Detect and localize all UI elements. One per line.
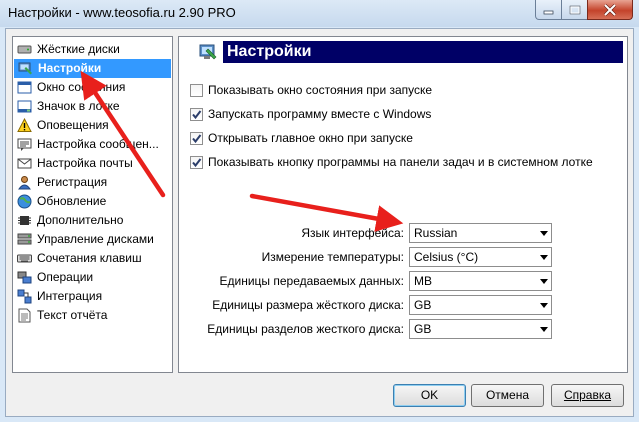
nav-item-label: Интеграция [37, 289, 103, 303]
nav-item-0[interactable]: Жёсткие диски [13, 40, 172, 59]
message-icon [17, 138, 32, 151]
nav-item-13[interactable]: Интеграция [13, 287, 172, 306]
mail-icon [17, 158, 32, 169]
nav-item-label: Регистрация [37, 175, 108, 189]
chip-icon [18, 216, 31, 225]
nav-item-label: Текст отчёта [37, 308, 108, 322]
settings-icon [18, 62, 32, 75]
nav-item-label: Дополнительно [37, 213, 124, 227]
help-button-label: Справка [563, 388, 612, 402]
nav-item-3[interactable]: Значок в лотке [13, 97, 172, 116]
panel-title: Настройки [223, 41, 623, 63]
maximize-button[interactable] [561, 0, 588, 20]
globe-icon [17, 194, 32, 209]
settings-nav: Жёсткие диски Настройки Окно состояния Знач… [12, 36, 173, 373]
chevron-down-icon[interactable] [536, 296, 551, 314]
setting-select-0[interactable]: Russian [409, 223, 552, 243]
select-value: MB [414, 274, 432, 288]
cancel-button[interactable]: Отмена [471, 384, 544, 407]
setting-label-3: Единицы размера жёсткого диска: [212, 298, 404, 312]
report-icon [18, 308, 31, 323]
nav-item-label: Управление дисками [37, 232, 154, 246]
checkbox-0[interactable] [190, 84, 203, 97]
title-bar[interactable]: Настройки - www.teosofia.ru 2.90 PRO [0, 0, 639, 27]
close-button[interactable] [587, 0, 633, 20]
nav-item-label: Настройка сообщен... [37, 137, 159, 151]
integration-icon [17, 289, 32, 304]
select-value: Celsius (°C) [414, 250, 479, 264]
nav-item-2[interactable]: Окно состояния [13, 78, 172, 97]
checkmark-icon [192, 134, 202, 144]
setting-label-1: Измерение температуры: [261, 250, 404, 264]
select-value: Russian [414, 226, 458, 240]
checkbox-1[interactable] [190, 108, 203, 121]
nav-item-label: Жёсткие диски [37, 42, 120, 56]
setting-select-1[interactable]: Celsius (°C) [409, 247, 552, 267]
nav-item-8[interactable]: Обновление [13, 192, 172, 211]
nav-item-11[interactable]: Сочетания клавиш [13, 249, 172, 268]
settings-panel: Настройки Показывать окно состояния при … [178, 36, 628, 373]
keyboard-icon [17, 254, 32, 263]
user-icon [18, 176, 31, 190]
nav-item-10[interactable]: Управление дисками [13, 230, 172, 249]
setting-label-2: Единицы передаваемых данных: [219, 274, 405, 288]
nav-item-label: Обновление [37, 194, 107, 208]
select-value: GB [414, 322, 432, 336]
nav-item-12[interactable]: Операции [13, 268, 172, 287]
window-title: Настройки - www.teosofia.ru 2.90 PRO [8, 5, 236, 20]
setting-select-4[interactable]: GB [409, 319, 552, 339]
setting-select-3[interactable]: GB [409, 295, 552, 315]
tray-icon [17, 100, 32, 113]
warning-icon [17, 118, 32, 132]
checkmark-icon [192, 158, 202, 168]
window-icon [17, 81, 32, 94]
disk-manage-icon [17, 233, 32, 245]
operations-icon [17, 271, 32, 284]
nav-list: Жёсткие диски Настройки Окно состояния Знач… [13, 37, 172, 325]
setting-label-4: Единицы разделов жесткого диска: [207, 322, 404, 336]
nav-item-5[interactable]: Настройка сообщен... [13, 135, 172, 154]
checkbox-label: Показывать окно состояния при запуске [208, 83, 433, 97]
nav-item-label: Окно состояния [37, 80, 126, 94]
nav-item-label: Оповещения [37, 118, 109, 132]
ok-button[interactable]: OK [393, 384, 466, 407]
minimize-icon [543, 10, 553, 14]
nav-item-label: Сочетания клавиш [37, 251, 142, 265]
checkbox-label: Открывать главное окно при запуске [208, 131, 413, 145]
checkbox-3[interactable] [190, 156, 203, 169]
chevron-down-icon[interactable] [536, 272, 551, 290]
nav-item-label: Операции [37, 270, 94, 284]
checkbox-2[interactable] [190, 132, 203, 145]
nav-item-label: Значок в лотке [37, 99, 120, 113]
help-button[interactable]: Справка [551, 384, 624, 407]
nav-item-6[interactable]: Настройка почты [13, 154, 172, 173]
setting-select-2[interactable]: MB [409, 271, 552, 291]
chevron-down-icon[interactable] [536, 248, 551, 266]
maximize-icon [569, 5, 580, 14]
select-value: GB [414, 298, 432, 312]
dialog-body: Жёсткие диски Настройки Окно состояния Знач… [5, 28, 634, 417]
hdd-icon [17, 45, 32, 54]
nav-item-14[interactable]: Текст отчёта [13, 306, 172, 325]
checkbox-label: Показывать кнопку программы на панели за… [208, 155, 593, 169]
nav-item-7[interactable]: Регистрация [13, 173, 172, 192]
nav-item-4[interactable]: Оповещения [13, 116, 172, 135]
nav-item-1[interactable]: Настройки [14, 59, 171, 78]
nav-item-label: Настройка почты [37, 156, 133, 170]
checkbox-label: Запускать программу вместе с Windows [208, 107, 432, 121]
setting-label-0: Язык интерфейса: [301, 226, 404, 240]
nav-item-9[interactable]: Дополнительно [13, 211, 172, 230]
minimize-button[interactable] [535, 0, 562, 20]
close-icon [603, 3, 617, 16]
chevron-down-icon[interactable] [536, 320, 551, 338]
settings-icon [199, 44, 217, 60]
nav-item-label: Настройки [38, 61, 102, 75]
checkmark-icon [192, 110, 202, 120]
chevron-down-icon[interactable] [536, 224, 551, 242]
